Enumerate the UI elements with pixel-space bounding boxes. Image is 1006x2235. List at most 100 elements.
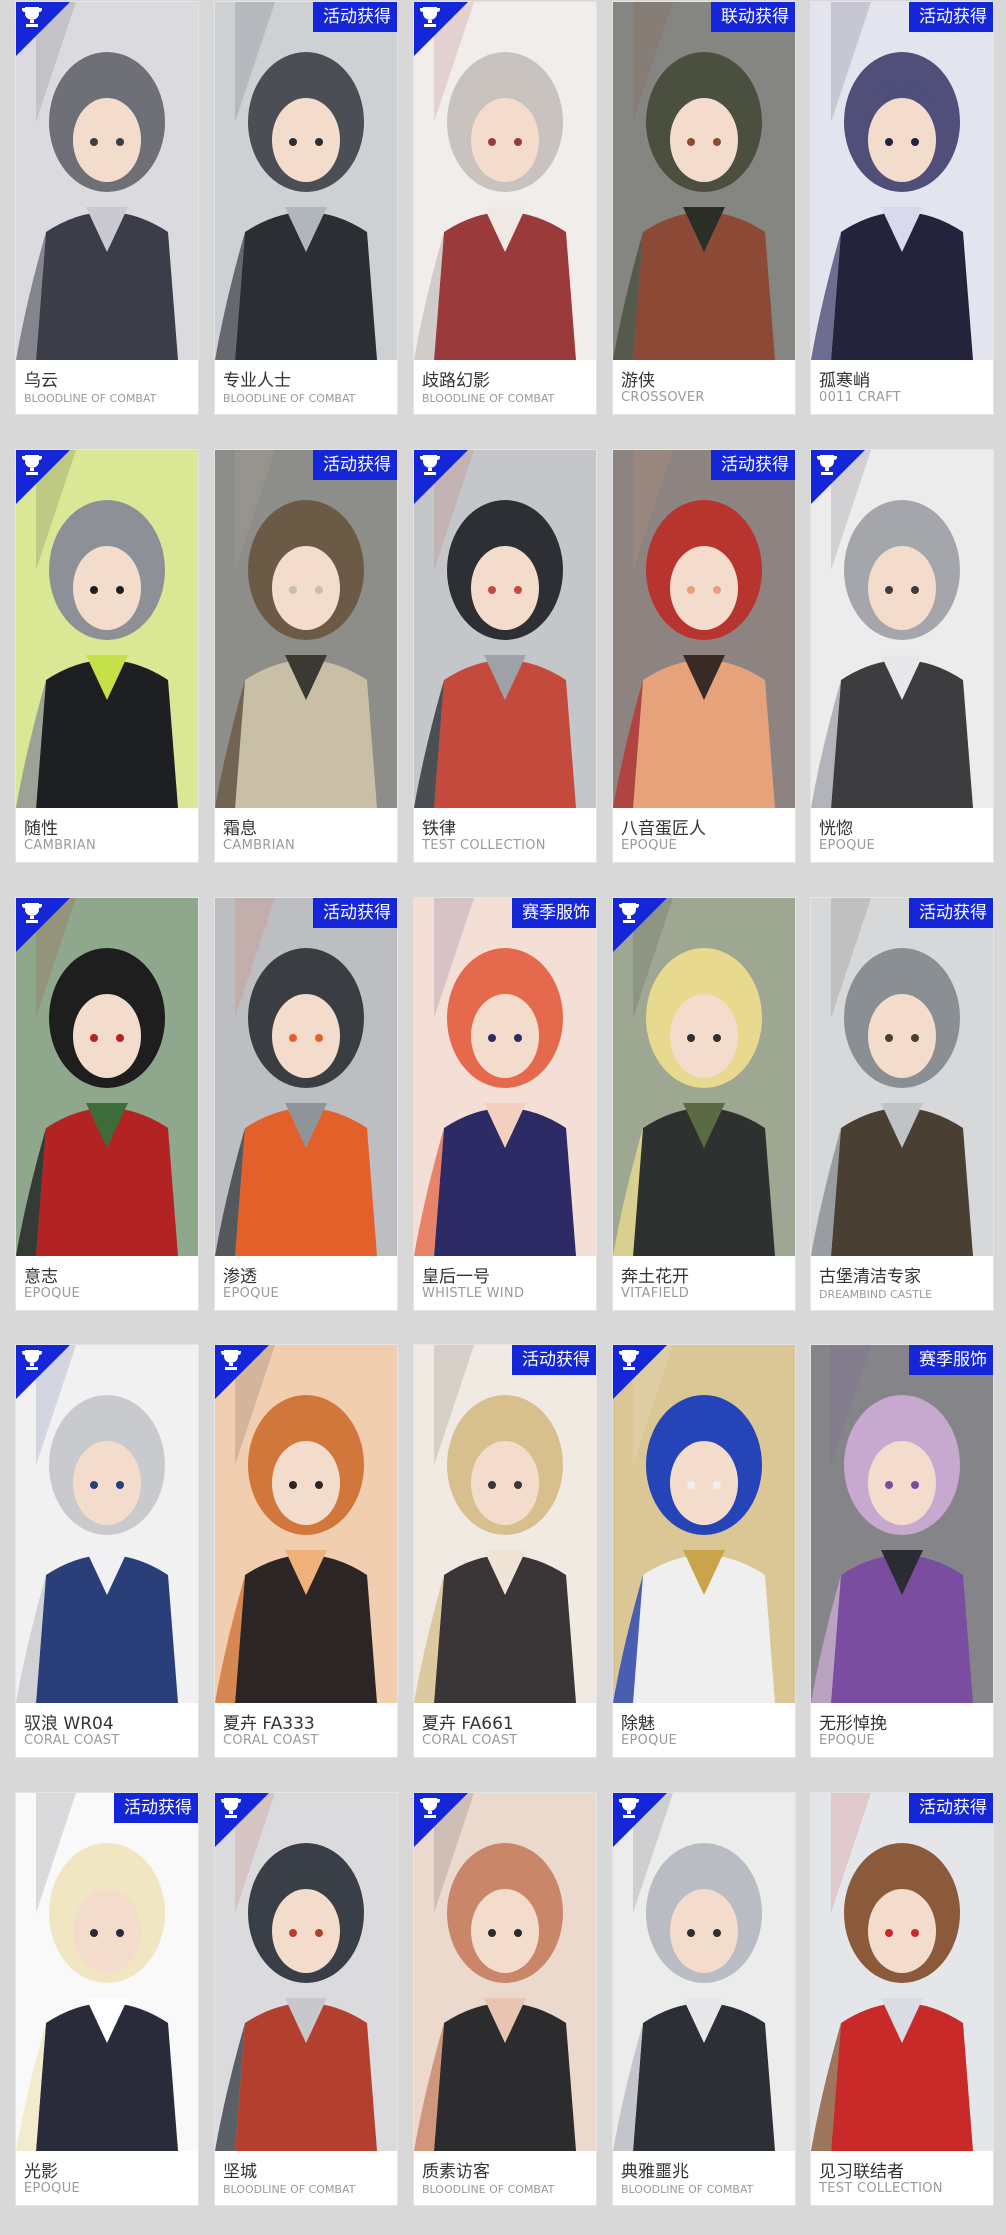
- trophy-icon: [22, 7, 42, 27]
- skin-info: 除魅 EPOQUE: [613, 1703, 795, 1757]
- skin-card[interactable]: 铁律 TEST COLLECTION: [414, 450, 596, 862]
- skin-name: 游侠: [621, 371, 655, 391]
- skin-name: 随性: [24, 819, 58, 839]
- skin-art: [215, 450, 397, 808]
- skin-info: 孤寒峭 0011 CRAFT: [811, 360, 993, 414]
- skin-art-frame: [811, 1793, 993, 2151]
- skin-card[interactable]: 赛季服饰无形悼挽 EPOQUE: [811, 1345, 993, 1757]
- source-badge: 活动获得: [114, 1793, 198, 1823]
- skin-name: 质素访客: [422, 2162, 490, 2182]
- skin-card[interactable]: 歧路幻影 BLOODLINE OF COMBAT: [414, 2, 596, 414]
- skin-series: CAMBRIAN: [24, 838, 96, 853]
- skin-card[interactable]: 驭浪 WR04 CORAL COAST: [16, 1345, 198, 1757]
- skin-name: 无形悼挽: [819, 1714, 887, 1734]
- skin-art: [215, 2, 397, 360]
- trophy-icon: [221, 1798, 241, 1818]
- skin-card[interactable]: 活动获得专业人士 BLOODLINE OF COMBAT: [215, 2, 397, 414]
- skin-art: [613, 2, 795, 360]
- skin-name: 恍惚: [819, 819, 853, 839]
- skin-info: 夏卉 FA661 CORAL COAST: [414, 1703, 596, 1757]
- source-badge: 活动获得: [313, 2, 397, 32]
- skin-series: VITAFIELD: [621, 1286, 690, 1301]
- skin-info: 古堡清洁专家 DREAMBIND CASTLE: [811, 1256, 993, 1310]
- skin-card[interactable]: 活动获得古堡清洁专家 DREAMBIND CASTLE: [811, 898, 993, 1310]
- source-badge: 活动获得: [909, 898, 993, 928]
- skin-card[interactable]: 活动获得 光影 EPOQUE: [16, 1793, 198, 2205]
- skin-info: 奔土花开 VITAFIELD: [613, 1256, 795, 1310]
- skin-card[interactable]: 意志 EPOQUE: [16, 898, 198, 1310]
- skin-info: 见习联结者 TEST COLLECTION: [811, 2151, 993, 2205]
- skin-info: 八音蛋匠人 EPOQUE: [613, 808, 795, 862]
- skin-art: [811, 1793, 993, 2151]
- skin-art: [414, 898, 596, 1256]
- trophy-icon: [420, 7, 440, 27]
- skin-name: 霜息: [223, 819, 257, 839]
- source-badge: 活动获得: [909, 2, 993, 32]
- skin-series: TEST COLLECTION: [422, 838, 546, 853]
- skin-card[interactable]: 活动获得夏卉 FA661 CORAL COAST: [414, 1345, 596, 1757]
- trophy-icon: [22, 455, 42, 475]
- skin-name: 坚城: [223, 2162, 257, 2182]
- source-badge: 活动获得: [313, 450, 397, 480]
- skin-name: 歧路幻影: [422, 371, 490, 391]
- skin-info: 随性 CAMBRIAN: [16, 808, 198, 862]
- skin-info: 专业人士 BLOODLINE OF COMBAT: [215, 360, 397, 414]
- skin-art: [811, 1345, 993, 1703]
- skin-info: 无形悼挽 EPOQUE: [811, 1703, 993, 1757]
- skin-info: 意志 EPOQUE: [16, 1256, 198, 1310]
- skin-card[interactable]: 活动获得孤寒峭 0011 CRAFT: [811, 2, 993, 414]
- skin-card[interactable]: 赛季服饰 皇后一号 WHISTLE WIND: [414, 898, 596, 1310]
- skin-art-frame: [16, 1793, 198, 2151]
- skin-name: 夏卉 FA661: [422, 1714, 514, 1734]
- skin-card[interactable]: 活动获得霜息 CAMBRIAN: [215, 450, 397, 862]
- skin-card[interactable]: 恍惚 EPOQUE: [811, 450, 993, 862]
- skin-info: 乌云 BLOODLINE OF COMBAT: [16, 360, 198, 414]
- source-badge: 赛季服饰: [909, 1345, 993, 1375]
- skin-card[interactable]: 质素访客 BLOODLINE OF COMBAT: [414, 1793, 596, 2205]
- skin-card[interactable]: 乌云 BLOODLINE OF COMBAT: [16, 2, 198, 414]
- skin-info: 铁律 TEST COLLECTION: [414, 808, 596, 862]
- skin-card[interactable]: 活动获得 渗透 EPOQUE: [215, 898, 397, 1310]
- skin-card[interactable]: 典雅噩兆 BLOODLINE OF COMBAT: [613, 1793, 795, 2205]
- skin-series: DREAMBIND CASTLE: [819, 1288, 933, 1301]
- skin-info: 驭浪 WR04 CORAL COAST: [16, 1703, 198, 1757]
- skin-card[interactable]: 坚城 BLOODLINE OF COMBAT: [215, 1793, 397, 2205]
- skin-card[interactable]: 活动获得见习联结者 TEST COLLECTION: [811, 1793, 993, 2205]
- skin-info: 游侠 CROSSOVER: [613, 360, 795, 414]
- skin-art-frame: [811, 1345, 993, 1703]
- skin-name: 专业人士: [223, 371, 291, 391]
- skin-series: BLOODLINE OF COMBAT: [24, 392, 157, 405]
- skin-card[interactable]: 奔土花开 VITAFIELD: [613, 898, 795, 1310]
- skin-series: EPOQUE: [621, 838, 678, 853]
- skin-card[interactable]: 联动获得 游侠 CROSSOVER: [613, 2, 795, 414]
- skin-info: 夏卉 FA333 CORAL COAST: [215, 1703, 397, 1757]
- source-badge: 活动获得: [512, 1345, 596, 1375]
- skin-art: [215, 898, 397, 1256]
- skin-series: CAMBRIAN: [223, 838, 295, 853]
- skin-card[interactable]: 活动获得 八音蛋匠人 EPOQUE: [613, 450, 795, 862]
- trophy-icon: [619, 1798, 639, 1818]
- trophy-icon: [619, 1350, 639, 1370]
- skin-card[interactable]: 除魅 EPOQUE: [613, 1345, 795, 1757]
- skin-grid: 乌云 BLOODLINE OF COMBAT 活动获得 专业人士 BLOODLINE O…: [0, 0, 1006, 2235]
- skin-series: EPOQUE: [819, 838, 876, 853]
- skin-name: 乌云: [24, 371, 58, 391]
- skin-info: 皇后一号 WHISTLE WIND: [414, 1256, 596, 1310]
- trophy-icon: [817, 455, 837, 475]
- source-badge: 活动获得: [909, 1793, 993, 1823]
- skin-name: 皇后一号: [422, 1267, 490, 1287]
- trophy-icon: [420, 1798, 440, 1818]
- skin-name: 奔土花开: [621, 1267, 689, 1287]
- skin-art-frame: [811, 2, 993, 360]
- skin-series: WHISTLE WIND: [422, 1286, 525, 1301]
- skin-series: BLOODLINE OF COMBAT: [422, 2183, 555, 2196]
- skin-card[interactable]: 随性 CAMBRIAN: [16, 450, 198, 862]
- skin-series: EPOQUE: [24, 2181, 81, 2196]
- skin-card[interactable]: 夏卉 FA333 CORAL COAST: [215, 1345, 397, 1757]
- skin-info: 恍惚 EPOQUE: [811, 808, 993, 862]
- source-badge: 活动获得: [313, 898, 397, 928]
- trophy-icon: [22, 903, 42, 923]
- skin-art-frame: [613, 2, 795, 360]
- skin-art-frame: [414, 1345, 596, 1703]
- skin-series: BLOODLINE OF COMBAT: [223, 392, 356, 405]
